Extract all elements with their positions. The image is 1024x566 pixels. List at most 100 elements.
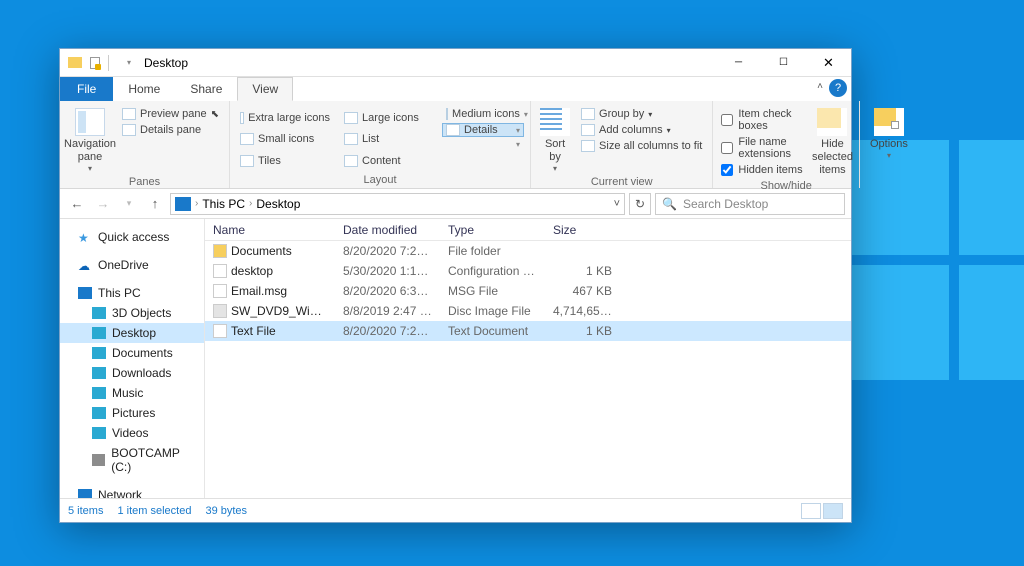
breadcrumb-root[interactable]: This PC [202, 197, 245, 211]
ribbon-group-showhide: Item check boxes File name extensions Hi… [713, 101, 860, 188]
sidebar-item-pictures[interactable]: Pictures [60, 403, 204, 423]
group-by-button[interactable]: Group by▾ [577, 107, 706, 121]
ribbon-group-options: Options ▾ [860, 101, 918, 188]
add-columns-button[interactable]: Add columns▾ [577, 123, 706, 137]
folder-icon [92, 367, 106, 379]
column-date[interactable]: Date modified [335, 219, 440, 240]
close-button[interactable]: ✕ [806, 49, 851, 77]
breadcrumb-leaf[interactable]: Desktop [256, 197, 300, 211]
network-icon [78, 489, 92, 498]
file-icon [213, 244, 227, 258]
table-row[interactable]: desktop5/30/2020 1:19 PMConfiguration se… [205, 261, 851, 281]
sidebar-item-network[interactable]: Network [60, 485, 204, 498]
forward-button[interactable]: → [92, 193, 114, 215]
sidebar-item-bootcamp-c-[interactable]: BOOTCAMP (C:) [60, 443, 204, 477]
up-button[interactable]: ↑ [144, 193, 166, 215]
recent-locations-button[interactable]: ▾ [118, 193, 140, 215]
address-bar: ← → ▾ ↑ › This PC › Desktop ˅ ↻ 🔍 Search… [60, 189, 851, 219]
options-button[interactable]: Options ▾ [866, 104, 912, 172]
status-bar: 5 items 1 item selected 39 bytes [60, 498, 851, 522]
search-icon: 🔍 [662, 197, 677, 211]
history-dropdown-icon[interactable]: ˅ [614, 198, 620, 210]
hide-selected-button[interactable]: Hide selected items [812, 104, 853, 178]
pc-icon [175, 197, 191, 211]
navigation-pane-button[interactable]: Navigation pane ▾ [66, 104, 114, 174]
window-title: Desktop [138, 56, 716, 70]
folder-icon [92, 454, 105, 466]
layout-content[interactable]: Content [340, 150, 438, 172]
ribbon-collapse-icon[interactable]: ˄ [817, 81, 823, 92]
file-icon [213, 304, 227, 318]
sidebar-item-thispc[interactable]: This PC [60, 283, 204, 303]
help-icon[interactable]: ? [829, 79, 847, 97]
search-input[interactable]: 🔍 Search Desktop [655, 193, 845, 215]
maximize-button[interactable]: ☐ [761, 49, 806, 77]
layout-details[interactable]: Details▾ [442, 123, 524, 137]
file-list[interactable]: Documents8/20/2020 7:20 PMFile folderdes… [205, 241, 851, 498]
layout-small[interactable]: Small icons [236, 129, 334, 151]
hidden-items-toggle[interactable]: Hidden items [719, 163, 808, 177]
file-icon [213, 324, 227, 338]
ribbon-group-layout: Extra large icons Large icons Small icon… [230, 101, 531, 188]
view-details-icon[interactable] [801, 503, 821, 519]
titlebar: ▾ Desktop ─ ☐ ✕ [60, 49, 851, 77]
size-columns-button[interactable]: Size all columns to fit [577, 139, 706, 153]
content-pane: Name Date modified Type Size Documents8/… [205, 219, 851, 498]
cursor-icon: ⬉ [211, 109, 219, 120]
chevron-right-icon[interactable]: › [193, 198, 200, 209]
layout-list[interactable]: List [340, 129, 438, 151]
table-row[interactable]: Email.msg8/20/2020 6:34 PMMSG File467 KB [205, 281, 851, 301]
status-count: 5 items [68, 505, 103, 517]
ribbon: Navigation pane ▾ Preview pane⬉ Details … [60, 101, 851, 189]
view-thumbnails-icon[interactable] [823, 503, 843, 519]
details-pane-button[interactable]: Details pane [118, 123, 223, 137]
cloud-icon: ☁ [78, 259, 92, 271]
layout-medium[interactable]: Medium icons▾ [442, 107, 524, 121]
file-icon [213, 284, 227, 298]
sidebar-item-music[interactable]: Music [60, 383, 204, 403]
chevron-right-icon[interactable]: › [247, 198, 254, 209]
column-type[interactable]: Type [440, 219, 545, 240]
table-row[interactable]: Text File8/20/2020 7:26 PMText Document1… [205, 321, 851, 341]
tab-file[interactable]: File [60, 77, 113, 101]
tab-home[interactable]: Home [113, 77, 175, 101]
currentview-group-label: Current view [537, 174, 706, 190]
tab-share[interactable]: Share [175, 77, 237, 101]
layout-large[interactable]: Large icons [340, 107, 438, 129]
table-row[interactable]: Documents8/20/2020 7:20 PMFile folder [205, 241, 851, 261]
sidebar-item-videos[interactable]: Videos [60, 423, 204, 443]
search-placeholder: Search Desktop [683, 197, 768, 211]
ribbon-tabs: File Home Share View ˄ ? [60, 77, 851, 101]
sidebar-item-onedrive[interactable]: ☁OneDrive [60, 255, 204, 275]
sidebar-item-desktop[interactable]: Desktop [60, 323, 204, 343]
sidebar-item-3d-objects[interactable]: 3D Objects [60, 303, 204, 323]
item-checkboxes-toggle[interactable]: Item check boxes [719, 107, 808, 133]
sidebar-item-quickaccess[interactable]: ★Quick access [60, 227, 204, 247]
file-extensions-toggle[interactable]: File name extensions [719, 135, 808, 161]
back-button[interactable]: ← [66, 193, 88, 215]
refresh-button[interactable]: ↻ [629, 193, 651, 215]
properties-icon[interactable] [86, 54, 104, 72]
sidebar-item-downloads[interactable]: Downloads [60, 363, 204, 383]
layout-scroll-down[interactable]: ▾ [442, 139, 524, 150]
column-name[interactable]: Name [205, 219, 335, 240]
column-size[interactable]: Size [545, 219, 620, 240]
tab-view[interactable]: View [237, 77, 293, 101]
minimize-button[interactable]: ─ [716, 49, 761, 77]
table-row[interactable]: SW_DVD9_Win_Pro_10_...8/8/2019 2:47 PMDi… [205, 301, 851, 321]
sort-by-button[interactable]: Sort by ▾ [537, 104, 573, 174]
folder-icon [92, 427, 106, 439]
status-selection: 1 item selected [117, 505, 191, 517]
layout-xlarge[interactable]: Extra large icons [236, 107, 334, 129]
layout-group-label: Layout [236, 172, 524, 188]
breadcrumb[interactable]: › This PC › Desktop ˅ [170, 193, 625, 215]
qat-dropdown-icon[interactable]: ▾ [120, 54, 138, 72]
panes-group-label: Panes [66, 174, 223, 190]
layout-tiles[interactable]: Tiles [236, 150, 334, 172]
chevron-down-icon: ▾ [553, 164, 557, 174]
chevron-down-icon: ▾ [88, 164, 92, 174]
preview-pane-button[interactable]: Preview pane⬉ [118, 107, 223, 121]
status-size: 39 bytes [205, 505, 247, 517]
sidebar-item-documents[interactable]: Documents [60, 343, 204, 363]
folder-icon[interactable] [66, 54, 84, 72]
